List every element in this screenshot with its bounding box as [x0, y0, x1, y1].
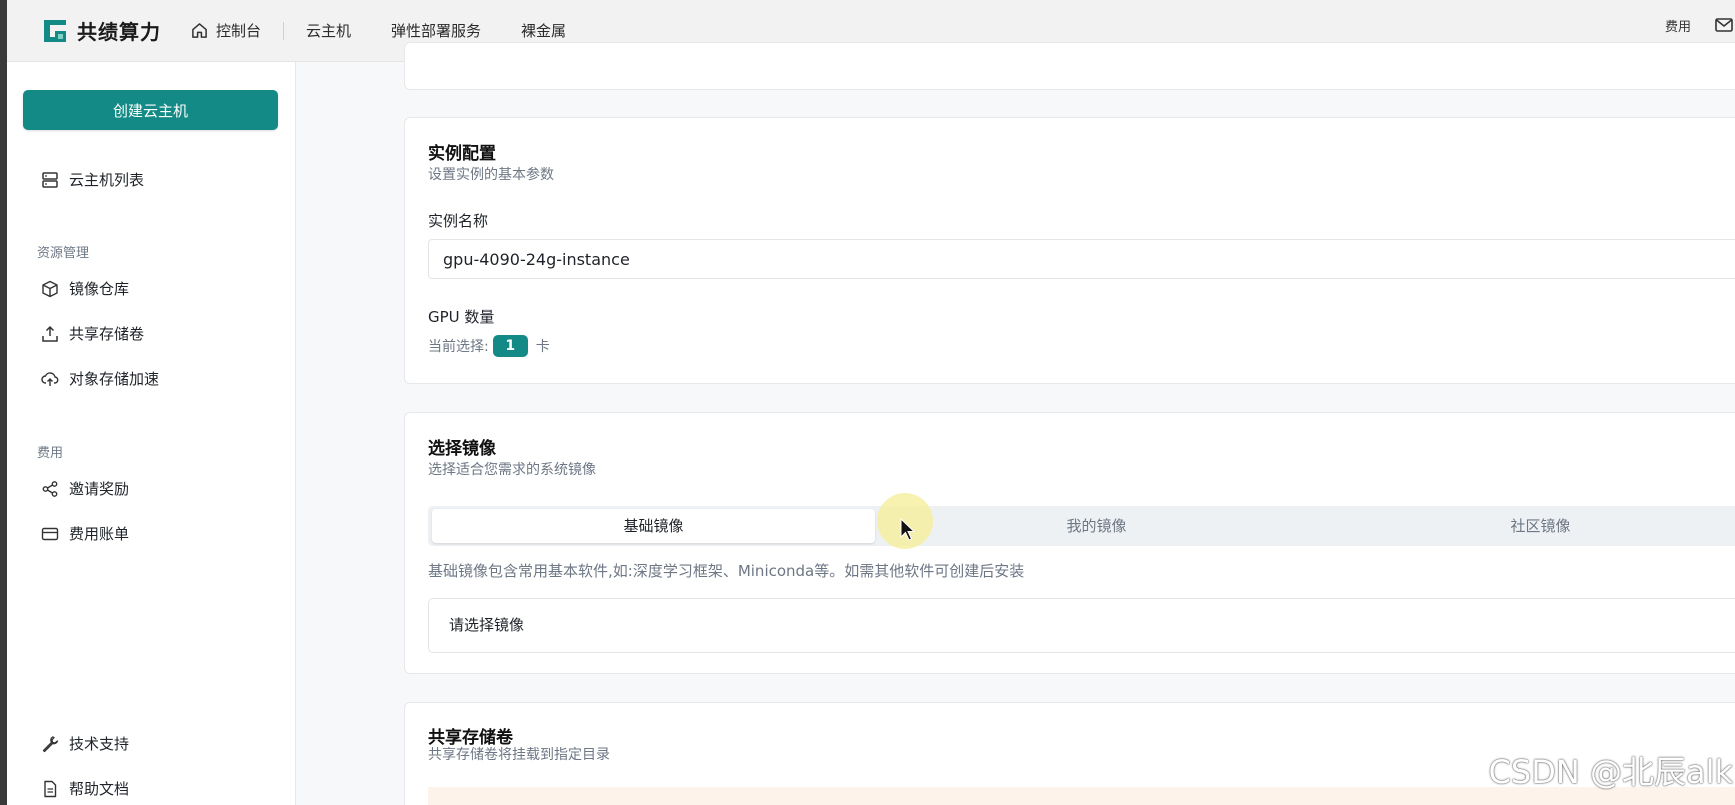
box-icon [42, 280, 58, 297]
gpu-count-label: GPU 数量 [428, 308, 495, 326]
sidebar-item-label: 帮助文档 [69, 780, 130, 798]
sidebar-item-referral[interactable]: 邀请奖励 [41, 478, 129, 499]
tab-my-image[interactable]: 我的镜像 [875, 509, 1318, 543]
sidebar-group-resources: 资源管理 [37, 246, 90, 261]
nav-elastic-deploy[interactable]: 弹性部署服务 [391, 20, 481, 41]
gpu-count-row: 当前选择: 1 卡 [428, 335, 550, 357]
gpu-count-badge: 1 [492, 335, 528, 357]
tab-base-image[interactable]: 基础镜像 [432, 509, 875, 543]
upload-icon [42, 325, 58, 342]
sidebar-item-label: 镜像仓库 [69, 280, 130, 298]
nav-fees-link[interactable]: 费用 [1665, 16, 1691, 35]
nav-cloud-host[interactable]: 云主机 [306, 20, 351, 41]
brand-logo[interactable]: 共绩算力 [41, 16, 161, 45]
tab-community-image[interactable]: 社区镜像 [1319, 509, 1735, 543]
image-select-card: 选择镜像 选择适合您需求的系统镜像 基础镜像 我的镜像 社区镜像 基础镜像包含常… [404, 412, 1735, 674]
server-list-icon [42, 171, 58, 188]
sidebar-item-image-repo[interactable]: 镜像仓库 [41, 278, 129, 299]
sidebar-item-docs[interactable]: 帮助文档 [41, 778, 129, 799]
watermark: CSDN @北辰alk [1488, 753, 1733, 791]
cloud-upload-icon [41, 371, 59, 386]
image-select-subtitle: 选择适合您需求的系统镜像 [428, 462, 596, 478]
image-select-title: 选择镜像 [428, 439, 496, 459]
shared-storage-subtitle: 共享存储卷将挂载到指定目录 [428, 747, 610, 763]
brand-name: 共绩算力 [77, 20, 161, 44]
gpu-unit: 卡 [535, 339, 550, 355]
sidebar: 创建云主机 云主机列表 资源管理 镜像仓库 共享存储卷 对象存储加速 费用 邀请… [7, 62, 296, 805]
sidebar-item-support[interactable]: 技术支持 [41, 733, 129, 754]
nav-divider [283, 21, 285, 40]
sidebar-item-label: 费用账单 [69, 525, 130, 543]
mouse-pointer-icon [900, 518, 916, 541]
sidebar-item-instance-list[interactable]: 云主机列表 [41, 169, 144, 190]
gpu-current-prefix: 当前选择: [428, 339, 489, 355]
nav-bare-metal[interactable]: 裸金属 [521, 20, 566, 41]
wrench-icon [42, 735, 59, 752]
sidebar-item-label: 共享存储卷 [69, 325, 145, 343]
sidebar-item-label: 对象存储加速 [69, 370, 160, 388]
base-image-hint: 基础镜像包含常用基本软件,如:深度学习框架、Miniconda等。如需其他软件可… [428, 562, 1025, 580]
instance-name-input[interactable] [428, 239, 1735, 279]
sidebar-item-bills[interactable]: 费用账单 [41, 523, 129, 544]
share-icon [42, 480, 58, 497]
document-icon [44, 780, 57, 797]
sidebar-item-label: 技术支持 [69, 735, 130, 753]
nav-console-label: 控制台 [216, 22, 262, 40]
image-tabs: 基础镜像 我的镜像 社区镜像 [428, 506, 1735, 546]
instance-config-title: 实例配置 [428, 144, 496, 164]
instance-name-label: 实例名称 [428, 212, 489, 230]
home-icon [192, 23, 207, 38]
instance-config-card: 实例配置 设置实例的基本参数 实例名称 GPU 数量 当前选择: 1 卡 [404, 117, 1735, 384]
mail-icon[interactable] [1715, 18, 1733, 32]
window-edge [0, 0, 7, 805]
sidebar-item-shared-volume[interactable]: 共享存储卷 [41, 323, 144, 344]
instance-config-subtitle: 设置实例的基本参数 [428, 167, 554, 183]
credit-card-icon [41, 527, 59, 540]
sidebar-item-object-storage[interactable]: 对象存储加速 [41, 368, 159, 389]
sidebar-group-billing: 费用 [37, 446, 64, 461]
nav-console[interactable]: 控制台 [191, 20, 261, 41]
image-select-dropdown[interactable]: 请选择镜像 [428, 598, 1735, 653]
brand-logo-icon [44, 19, 66, 42]
create-instance-button[interactable]: 创建云主机 [23, 90, 278, 130]
sidebar-item-label: 邀请奖励 [69, 480, 130, 498]
sidebar-item-label: 云主机列表 [69, 171, 145, 189]
main-content: 实例配置 设置实例的基本参数 实例名称 GPU 数量 当前选择: 1 卡 选择镜… [297, 42, 1735, 805]
previous-card [404, 42, 1735, 90]
